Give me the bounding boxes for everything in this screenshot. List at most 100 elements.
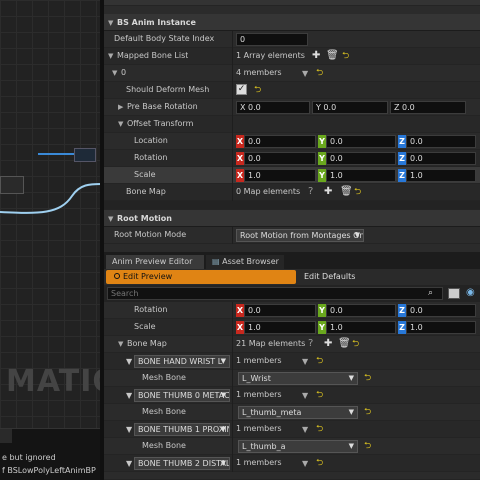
- location-y[interactable]: 0.0: [326, 135, 396, 148]
- help-icon[interactable]: ?: [308, 338, 313, 350]
- chevron-down-icon[interactable]: ▼: [302, 459, 308, 468]
- y-axis-label: Y: [318, 169, 326, 182]
- location-x[interactable]: 0.0: [244, 135, 316, 148]
- scale-z[interactable]: 1.0: [406, 321, 476, 334]
- scale-x[interactable]: 1.0: [244, 321, 316, 334]
- property-label: ▼ Bone Map: [118, 336, 167, 353]
- z-axis-label: Z: [398, 152, 406, 165]
- scale-y[interactable]: 1.0: [326, 321, 396, 334]
- chevron-down-icon: ▼: [354, 231, 360, 239]
- tab-asset-browser[interactable]: ▤ Asset Browser: [206, 255, 284, 269]
- reset-to-default-icon[interactable]: ⮌: [364, 407, 371, 417]
- property-label: ▶ Pre Base Rotation: [118, 99, 198, 116]
- help-icon[interactable]: ?: [308, 186, 313, 198]
- bone-key-select[interactable]: BONE THUMB 1 PROXIN ▼: [134, 423, 230, 436]
- row-bone-map: ▼ Bone Map 21 Map elements ? ✚ 🗑 ⮌: [104, 336, 480, 353]
- eye-icon[interactable]: ◉: [466, 287, 475, 299]
- z-axis-label: Z: [398, 321, 406, 334]
- anim-graph-canvas[interactable]: MATIO: [0, 0, 102, 480]
- rotation-y[interactable]: 0.0: [326, 304, 396, 317]
- reset-to-default-icon[interactable]: ⮌: [316, 424, 323, 434]
- chevron-down-icon: ▼: [220, 459, 226, 467]
- reset-to-default-icon[interactable]: ⮌: [316, 390, 323, 400]
- category-root-motion[interactable]: ▼ Root Motion: [104, 210, 480, 227]
- chevron-down-icon[interactable]: ▼: [302, 425, 308, 434]
- expand-arrow-icon[interactable]: ▼: [126, 354, 132, 371]
- search-input[interactable]: [107, 287, 443, 300]
- chevron-down-icon: ▼: [348, 442, 354, 450]
- trash-icon[interactable]: 🗑: [326, 50, 339, 62]
- pre-base-rotation-x[interactable]: X 0.0: [236, 101, 310, 114]
- bone-key-select[interactable]: BONE THUMB 0 METAC ▼: [134, 389, 230, 402]
- category-bs-anim-instance[interactable]: ▼ BS Anim Instance: [104, 14, 480, 31]
- reset-to-default-icon[interactable]: ⮌: [254, 85, 261, 95]
- default-body-state-index-input[interactable]: 0: [236, 33, 308, 46]
- edit-defaults-button[interactable]: Edit Defaults: [304, 270, 355, 284]
- mesh-bone-select[interactable]: L_Wrist ▼: [238, 372, 358, 385]
- property-label: Scale: [134, 322, 156, 331]
- should-deform-mesh-checkbox[interactable]: ✓: [236, 84, 247, 95]
- x-axis-label: X: [236, 135, 244, 148]
- tab-anim-preview-editor[interactable]: Anim Preview Editor: [106, 255, 204, 269]
- expand-arrow-icon[interactable]: ▼: [126, 422, 132, 439]
- property-label: Default Body State Index: [114, 34, 215, 43]
- rotation-y[interactable]: 0.0: [326, 152, 396, 165]
- row-root-motion-mode: Root Motion Mode Root Motion from Montag…: [104, 227, 480, 244]
- add-element-icon[interactable]: ✚: [324, 186, 332, 198]
- bone-key-select[interactable]: BONE HAND WRIST L ▼: [134, 355, 230, 368]
- chevron-down-icon[interactable]: ▼: [302, 391, 308, 400]
- location-z[interactable]: 0.0: [406, 135, 476, 148]
- mesh-bone-select[interactable]: L_thumb_meta ▼: [238, 406, 358, 419]
- reset-to-default-icon[interactable]: ⮌: [364, 373, 371, 383]
- row-pre-base-rotation: ▶ Pre Base Rotation X 0.0 Y 0.0 Z 0.0: [104, 99, 480, 116]
- y-axis-label: Y: [318, 321, 326, 334]
- rotation-x[interactable]: 0.0: [244, 152, 316, 165]
- view-options-icon[interactable]: [448, 288, 460, 299]
- trash-icon[interactable]: 🗑: [338, 338, 351, 350]
- expand-arrow-icon[interactable]: ▼: [126, 388, 132, 405]
- scale-y[interactable]: 1.0: [326, 169, 396, 182]
- root-motion-mode-select[interactable]: Root Motion from Montages Only ▼: [236, 229, 364, 242]
- scale-z[interactable]: 1.0: [406, 169, 476, 182]
- reset-to-default-icon[interactable]: ⮌: [316, 458, 323, 468]
- graph-node[interactable]: [74, 148, 96, 162]
- graph-node[interactable]: [0, 176, 24, 194]
- pre-base-rotation-y[interactable]: Y 0.0: [312, 101, 388, 114]
- log-line: e but ignored: [2, 453, 56, 462]
- add-element-icon[interactable]: ✚: [312, 50, 320, 62]
- reset-to-default-icon[interactable]: ⮌: [316, 68, 323, 78]
- add-element-icon[interactable]: ✚: [324, 338, 332, 350]
- bone-key-select[interactable]: BONE THUMB 2 DISTAL ▼: [134, 457, 230, 470]
- compiler-tab[interactable]: [0, 429, 12, 443]
- trash-icon[interactable]: 🗑: [340, 186, 353, 198]
- mesh-bone-select[interactable]: L_thumb_a ▼: [238, 440, 358, 453]
- bone-map-entry: ▼ BONE THUMB 2 DISTAL ▼ 1 members ▼ ⮌: [104, 455, 480, 472]
- reset-to-default-icon[interactable]: ⮌: [354, 187, 361, 197]
- x-axis-label: X: [236, 304, 244, 317]
- compiler-results-panel: e but ignored f BSLowPolyLeftAnimBP: [0, 428, 102, 480]
- rotation-z[interactable]: 0.0: [406, 304, 476, 317]
- x-axis-label: X: [236, 152, 244, 165]
- collapse-arrow-icon: ▼: [118, 120, 124, 128]
- property-label: Mesh Bone: [142, 441, 186, 450]
- property-label: Scale: [134, 170, 156, 179]
- chevron-down-icon[interactable]: ▼: [302, 357, 308, 366]
- search-icon[interactable]: ⌕: [428, 287, 440, 300]
- property-label: Mesh Bone: [142, 407, 186, 416]
- reset-to-default-icon[interactable]: ⮌: [316, 356, 323, 366]
- edit-preview-button[interactable]: Edit Preview: [106, 270, 296, 284]
- expand-arrow-icon[interactable]: ▼: [126, 456, 132, 473]
- bone-map-entry: ▼ BONE HAND WRIST L ▼ 1 members ▼ ⮌: [104, 353, 480, 370]
- rotation-z[interactable]: 0.0: [406, 152, 476, 165]
- row-location: Location X 0.0 Y 0.0 Z 0.0: [104, 133, 480, 150]
- pre-base-rotation-z[interactable]: Z 0.0: [390, 101, 466, 114]
- chevron-down-icon[interactable]: ▼: [302, 69, 308, 78]
- tab-bar: Anim Preview Editor ▤ Asset Browser: [104, 252, 480, 269]
- reset-to-default-icon[interactable]: ⮌: [352, 339, 359, 349]
- edit-mode-bar: Edit Preview Edit Defaults: [104, 269, 480, 285]
- reset-to-default-icon[interactable]: ⮌: [342, 51, 349, 61]
- row-element-0: ▼ 0 4 members ▼ ⮌: [104, 65, 480, 82]
- rotation-x[interactable]: 0.0: [244, 304, 316, 317]
- scale-x[interactable]: 1.0: [244, 169, 316, 182]
- reset-to-default-icon[interactable]: ⮌: [364, 441, 371, 451]
